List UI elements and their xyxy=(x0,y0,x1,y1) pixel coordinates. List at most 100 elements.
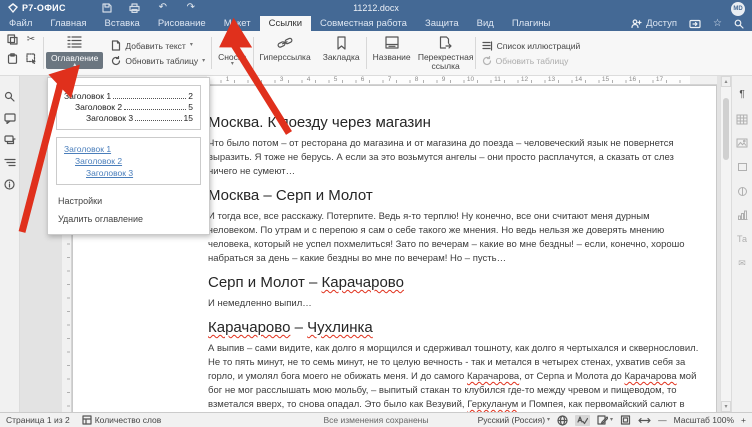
tab-view[interactable]: Вид xyxy=(468,16,503,31)
toc-style-option-classic[interactable]: Заголовок 1 2 Заголовок 2 5 Заголовок 3 … xyxy=(56,85,201,130)
figures-list-button[interactable]: Список иллюстраций xyxy=(482,41,581,51)
track-changes-icon xyxy=(597,415,608,425)
scrollbar-thumb[interactable] xyxy=(723,98,729,160)
chart-settings-button[interactable] xyxy=(735,208,750,222)
doc-heading-1: Москва. К поезду через магазин xyxy=(208,114,699,132)
select-button[interactable] xyxy=(23,53,39,64)
search-icon[interactable] xyxy=(734,19,744,29)
ruler-number: 17 xyxy=(646,76,673,84)
tab-file[interactable]: Файл xyxy=(0,16,41,31)
text-run: И тогда все, все расскажу. Потерпите. Ве… xyxy=(208,211,685,264)
paste-icon xyxy=(7,53,18,64)
hyperlink-button[interactable]: Гиперссылка xyxy=(254,31,317,75)
about-button[interactable] xyxy=(3,178,17,191)
word-count-icon xyxy=(82,415,92,425)
text-run: Карачарово xyxy=(208,319,290,336)
headerfooter-settings-button[interactable] xyxy=(735,184,750,198)
find-button[interactable] xyxy=(3,90,17,103)
mailmerge-button[interactable]: ✉ xyxy=(735,256,750,270)
ruler-number: 11 xyxy=(484,76,511,84)
add-text-button[interactable]: Добавить текст ▾ xyxy=(111,40,205,51)
page-indicator[interactable]: Страница 1 из 2 xyxy=(0,415,76,425)
doc-heading-2: Москва – Серп и Молот xyxy=(208,187,699,205)
table-settings-button[interactable] xyxy=(735,112,750,126)
fit-page-icon[interactable] xyxy=(620,415,631,425)
copy-icon xyxy=(7,34,18,45)
open-location-icon[interactable] xyxy=(689,19,701,29)
chart-icon xyxy=(737,210,748,220)
ruler-number: 5 xyxy=(322,76,349,84)
cut-button[interactable]: ✂ xyxy=(23,34,39,45)
language-selector[interactable]: Русский (Россия) ▾ xyxy=(478,415,550,425)
tab-protection[interactable]: Защита xyxy=(416,16,468,31)
zoom-in-button[interactable]: + xyxy=(741,415,746,425)
chevron-down-icon: ▾ xyxy=(231,62,234,67)
save-icon xyxy=(102,3,112,13)
vertical-scrollbar[interactable]: ▴ ▾ xyxy=(720,76,731,412)
tab-plugins[interactable]: Плагины xyxy=(503,16,560,31)
toc-style-option-links[interactable]: Заголовок 1 Заголовок 2 Заголовок 3 xyxy=(56,137,201,185)
paste-button[interactable] xyxy=(4,53,20,64)
word-count-button[interactable]: Количество слов xyxy=(76,415,168,425)
tab-insert[interactable]: Вставка xyxy=(96,16,149,31)
toc-remove-menu-item[interactable]: Удалить оглавление xyxy=(48,210,209,228)
cross-reference-button[interactable]: Перекрестная ссылка xyxy=(417,31,475,75)
scroll-down-button[interactable]: ▾ xyxy=(721,401,731,412)
chevron-down-icon: ▾ xyxy=(610,418,613,423)
paragraph-settings-button[interactable]: ¶ xyxy=(735,88,750,102)
spellcheck-toggle[interactable] xyxy=(575,415,590,426)
toc-settings-menu-item[interactable]: Настройки xyxy=(48,192,209,210)
refresh-icon xyxy=(482,56,492,66)
paragraph-icon: ¶ xyxy=(739,90,744,100)
toc-preview-heading: Заголовок 1 xyxy=(64,91,111,101)
doc-paragraph-4: А выпив – сами видите, как долго я морщи… xyxy=(208,342,699,412)
zoom-level[interactable]: Масштаб 100% xyxy=(674,415,734,425)
ruler-number: 1 xyxy=(214,76,241,84)
chat-icon xyxy=(4,135,16,146)
text-run: Геркуланум xyxy=(467,399,518,410)
zoom-out-button[interactable]: — xyxy=(658,415,667,425)
update-toc-button[interactable]: Обновить таблицу ▾ xyxy=(111,56,205,66)
footnote-button[interactable]: AB¹ Сноска ▾ xyxy=(212,31,252,75)
ruler-number: 4 xyxy=(295,76,322,84)
tab-home[interactable]: Главная xyxy=(41,16,95,31)
toc-preview-link-row: Заголовок 2 xyxy=(64,155,193,167)
chat-button[interactable] xyxy=(3,134,17,147)
envelope-icon: ✉ xyxy=(738,259,746,268)
tab-references[interactable]: Ссылки xyxy=(260,16,311,31)
fit-width-icon[interactable] xyxy=(638,416,651,425)
text-run: Серп и Молот – xyxy=(208,274,322,291)
print-button[interactable] xyxy=(128,2,142,14)
image-settings-button[interactable] xyxy=(735,136,750,150)
shape-settings-button[interactable] xyxy=(735,160,750,174)
access-button[interactable]: Доступ xyxy=(631,18,677,29)
doc-paragraph-1: Что было потом – от ресторана до магазин… xyxy=(208,137,699,179)
track-changes-button[interactable]: ▾ xyxy=(597,415,613,425)
ruler-number: 8 xyxy=(403,76,430,84)
redo-button[interactable]: ↷ xyxy=(184,2,198,14)
textart-settings-button[interactable]: Та xyxy=(735,232,750,246)
toc-icon xyxy=(67,35,82,48)
table-icon xyxy=(736,114,748,125)
bookmark-button[interactable]: Закладка xyxy=(317,31,366,75)
scroll-up-button[interactable]: ▴ xyxy=(721,76,731,87)
tab-draw[interactable]: Рисование xyxy=(149,16,215,31)
tab-collaboration[interactable]: Совместная работа xyxy=(311,16,416,31)
caption-icon xyxy=(385,36,399,49)
favorites-star-icon[interactable]: ☆ xyxy=(713,19,722,29)
navigation-button[interactable] xyxy=(3,156,17,169)
left-sidebar xyxy=(0,76,20,412)
copy-button[interactable] xyxy=(4,34,20,45)
caption-button[interactable]: Название xyxy=(367,31,417,75)
comments-button[interactable] xyxy=(3,112,17,125)
undo-button[interactable]: ↶ xyxy=(156,2,170,14)
doc-heading-3: Серп и Молот – Карачарово xyxy=(208,274,699,292)
text-run: Карачарова xyxy=(624,371,676,382)
shape-icon xyxy=(737,162,748,172)
user-avatar[interactable]: MD xyxy=(731,2,745,16)
save-button[interactable] xyxy=(100,2,114,14)
set-language-globe-icon[interactable] xyxy=(557,415,568,426)
headerfooter-icon xyxy=(737,186,748,197)
tab-layout[interactable]: Макет xyxy=(215,16,260,31)
table-of-contents-button[interactable]: Оглавление ▴ xyxy=(46,33,103,75)
